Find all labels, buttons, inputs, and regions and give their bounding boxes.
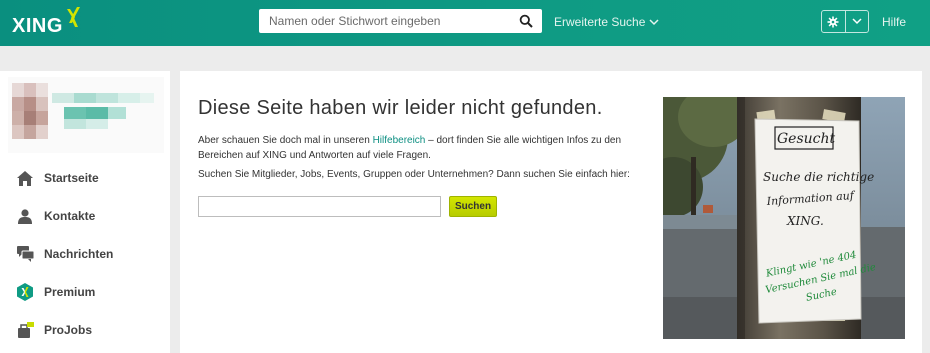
advanced-search-label: Erweiterte Suche bbox=[554, 15, 646, 29]
home-icon bbox=[16, 169, 34, 187]
sidebar-item-label: ProJobs bbox=[44, 323, 93, 337]
contacts-icon bbox=[16, 207, 34, 225]
advanced-search-link[interactable]: Erweiterte Suche bbox=[554, 15, 659, 29]
xing-x-icon bbox=[66, 7, 80, 27]
premium-icon bbox=[16, 283, 34, 301]
gear-icon bbox=[827, 16, 839, 27]
main-search-input[interactable] bbox=[198, 196, 441, 217]
sidebar-item-premium[interactable]: Premium bbox=[0, 273, 170, 311]
help-text-before: Aber schauen Sie doch mal in unseren bbox=[198, 135, 373, 146]
xing-logo[interactable]: XING bbox=[12, 7, 81, 37]
page-title: Diese Seite haben wir leider nicht gefun… bbox=[198, 97, 603, 119]
settings-dropdown[interactable] bbox=[844, 11, 869, 32]
sidebar-item-nachrichten[interactable]: Nachrichten bbox=[0, 235, 170, 273]
projobs-icon bbox=[16, 321, 34, 339]
help-center-link[interactable]: Hilfebereich bbox=[373, 135, 426, 146]
main-content: Diese Seite haben wir leider nicht gefun… bbox=[180, 71, 922, 353]
search-prompt-text: Suchen Sie Mitglieder, Jobs, Events, Gru… bbox=[198, 169, 630, 180]
help-text: Aber schauen Sie doch mal in unseren Hil… bbox=[198, 133, 638, 163]
note-heading: Gesucht bbox=[777, 131, 836, 147]
search-icon[interactable] bbox=[519, 14, 533, 28]
note-line-1: Suche die richtige bbox=[763, 170, 874, 184]
profile-card[interactable] bbox=[8, 77, 164, 153]
top-bar: XING Erweiterte Suche bbox=[0, 0, 930, 46]
header-search bbox=[259, 9, 542, 33]
chevron-down-icon bbox=[649, 18, 659, 25]
sidebar-item-label: Nachrichten bbox=[44, 247, 114, 261]
sidebar-item-label: Kontakte bbox=[44, 209, 96, 223]
not-found-photo: Gesucht Suche die richtige Information a… bbox=[663, 97, 905, 339]
settings-menu-button[interactable] bbox=[821, 10, 869, 33]
sidebar-item-projobs[interactable]: ProJobs bbox=[0, 311, 170, 349]
sidebar-item-startseite[interactable]: Startseite bbox=[0, 159, 170, 197]
settings-toggle[interactable] bbox=[822, 11, 845, 32]
note-line-3: XING. bbox=[786, 214, 824, 228]
sidebar-item-label: Startseite bbox=[44, 171, 99, 185]
search-button[interactable]: Suchen bbox=[449, 196, 497, 217]
help-link[interactable]: Hilfe bbox=[882, 15, 906, 29]
chevron-down-icon bbox=[852, 18, 862, 25]
lamppost-note-image: Gesucht Suche die richtige Information a… bbox=[663, 97, 905, 339]
avatar[interactable] bbox=[8, 77, 164, 153]
messages-icon bbox=[16, 245, 34, 263]
sidebar: Startseite Kontakte Nachrichten Premium … bbox=[0, 71, 170, 353]
sidebar-item-kontakte[interactable]: Kontakte bbox=[0, 197, 170, 235]
sidebar-item-label: Premium bbox=[44, 285, 96, 299]
header-search-input[interactable] bbox=[259, 9, 504, 33]
sidebar-nav: Startseite Kontakte Nachrichten Premium … bbox=[0, 159, 170, 349]
logo-text: XING bbox=[12, 15, 63, 37]
